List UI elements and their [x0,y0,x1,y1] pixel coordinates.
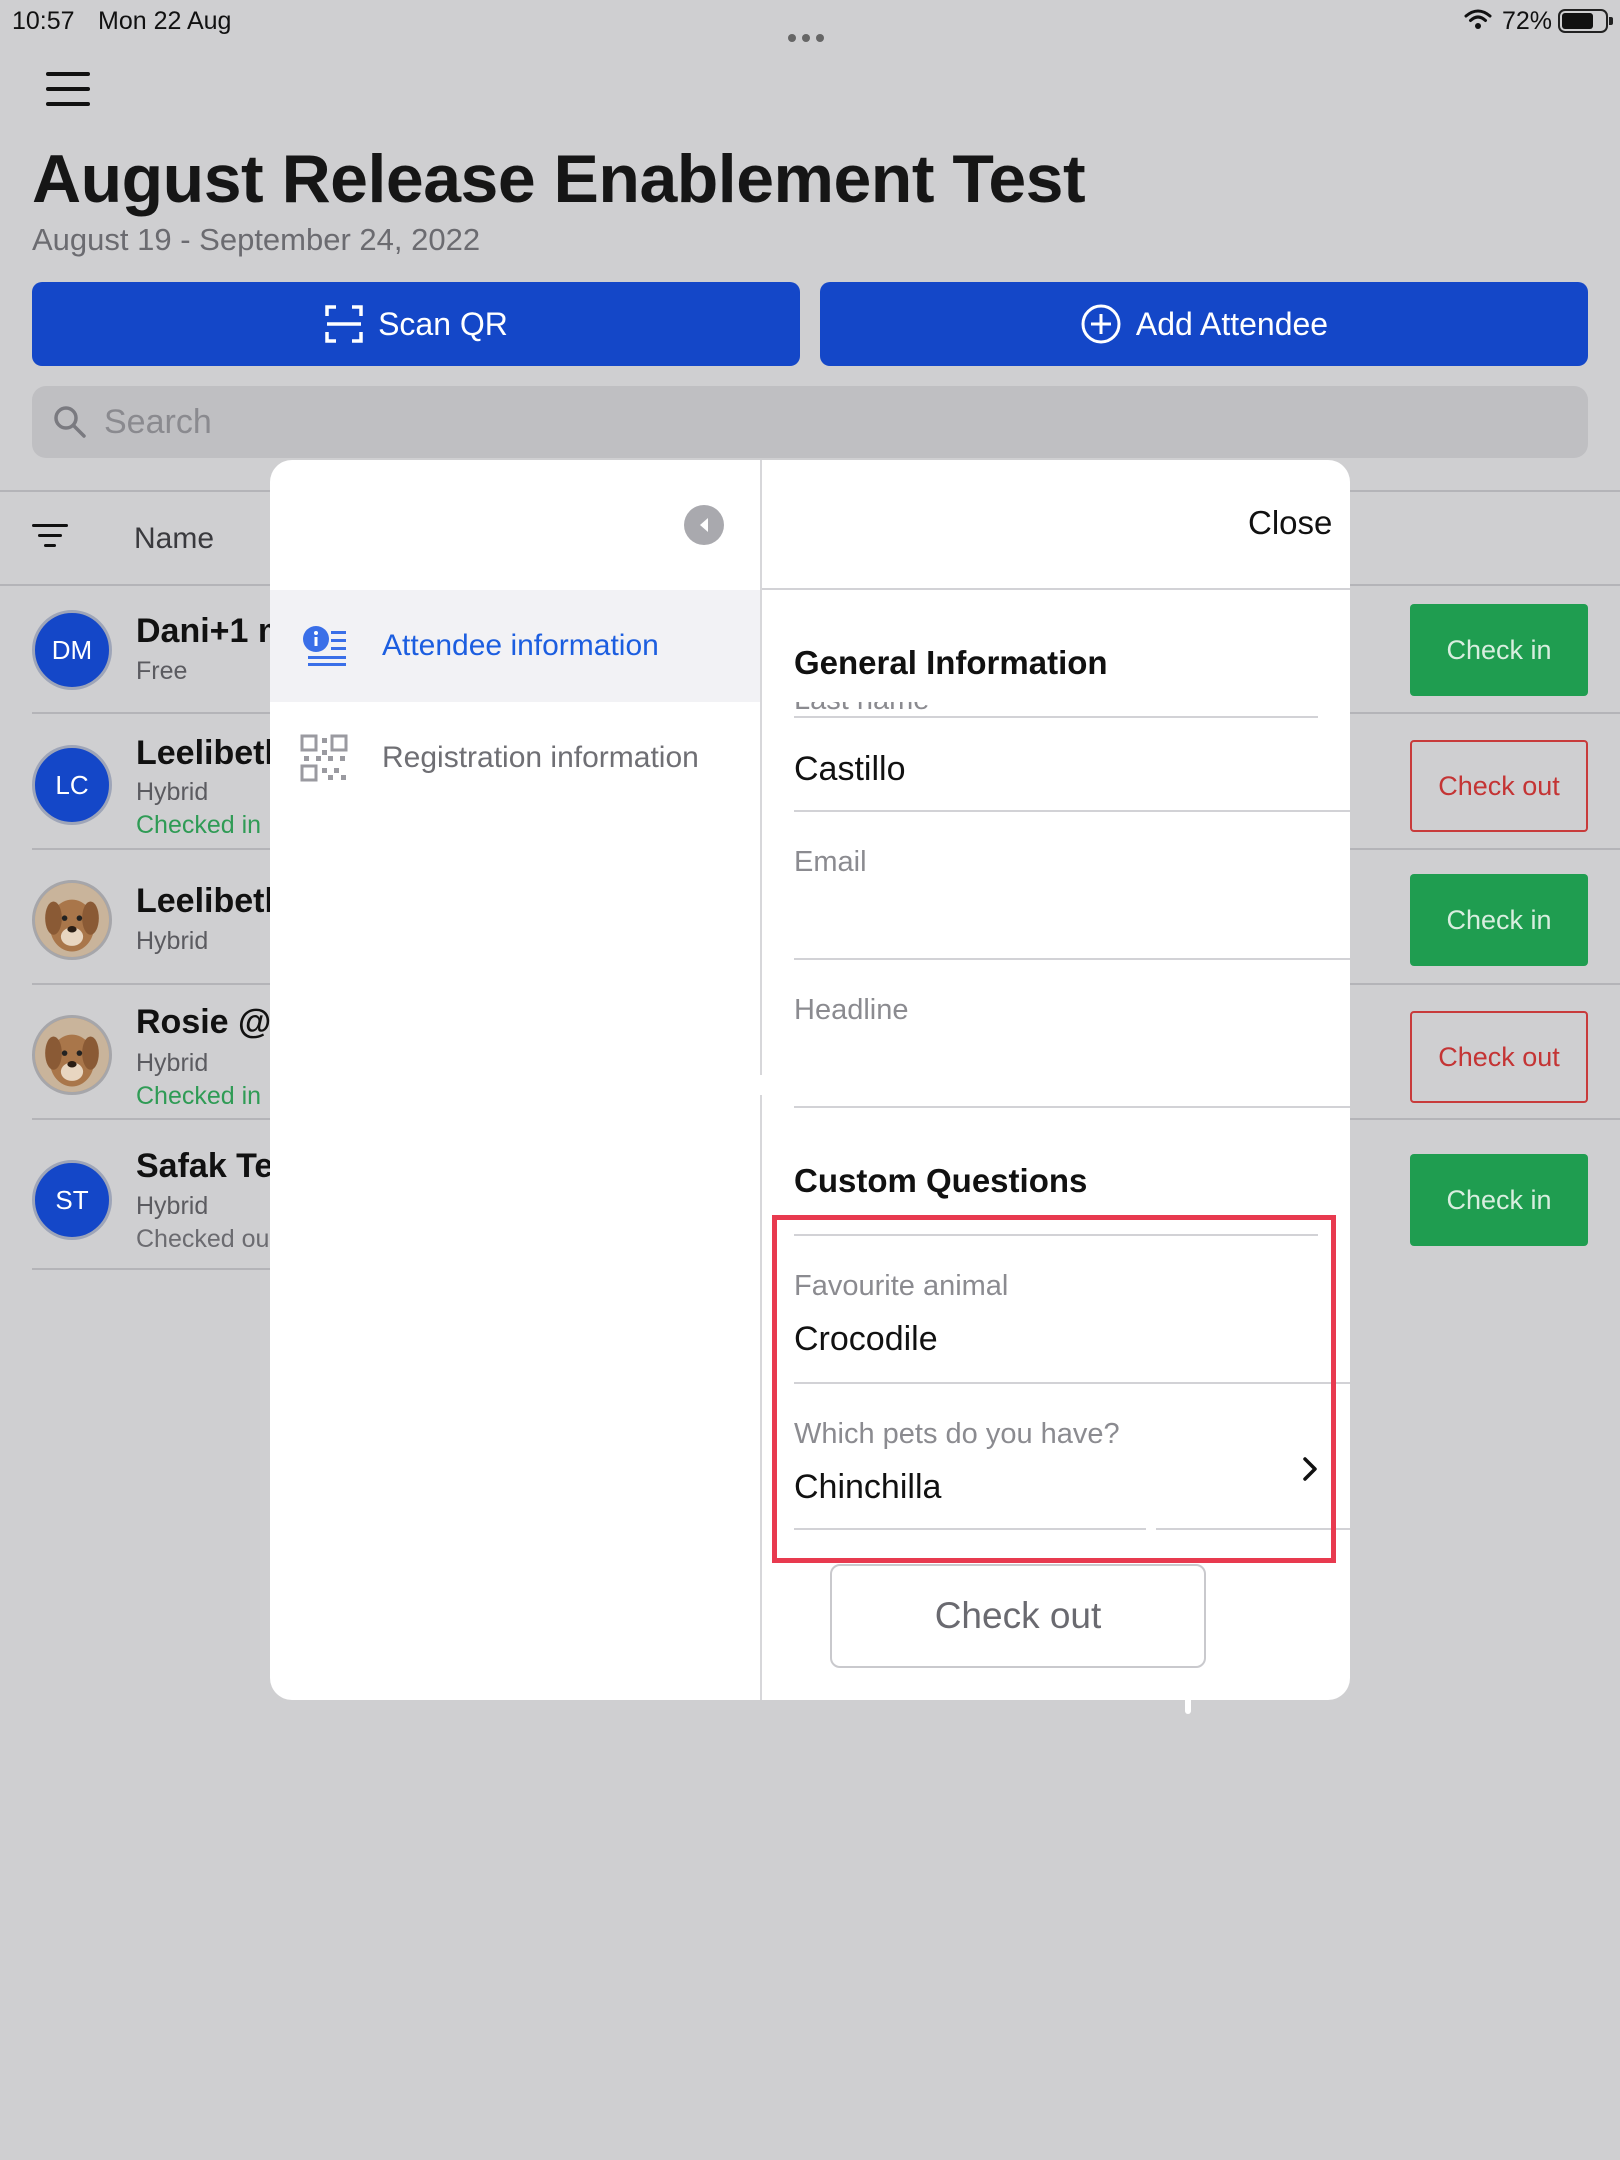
check-in-button[interactable]: Check in [1410,874,1588,966]
page-title: August Release Enablement Test [32,141,1086,217]
divider [794,810,1350,812]
status-bar: 10:57 Mon 22 Aug 72% [0,0,1620,42]
sidebar-item-attendee-info[interactable]: Attendee information [270,590,760,702]
status-date: Mon 22 Aug [98,7,232,35]
field-label-headline: Headline [794,994,909,1026]
sidebar-item-label: Registration information [382,741,699,774]
check-out-button[interactable]: Check out [830,1564,1206,1668]
avatar-dog-photo [32,1015,112,1095]
scan-qr-button[interactable]: Scan QR [32,282,800,366]
ticket-type: Hybrid [136,778,209,806]
chevron-left-icon [700,518,708,532]
menu-icon[interactable] [46,72,90,108]
search-icon [54,406,86,438]
ticket-type: Hybrid [136,927,209,955]
plus-circle-icon [1081,304,1121,344]
search-input[interactable]: Search [32,386,1588,458]
ticket-type: Hybrid [136,1192,209,1220]
attendee-name[interactable]: Dani+1 m [136,612,288,651]
add-attendee-label: Add Attendee [1135,305,1329,342]
field-label-email: Email [794,846,867,878]
divider [762,588,1350,590]
avatar: ST [32,1160,112,1240]
highlight-box [772,1215,1336,1563]
divider [32,1268,272,1270]
event-dates: August 19 - September 24, 2022 [32,222,481,257]
sidebar-item-registration-info[interactable]: Registration information [270,702,760,814]
avatar-dog-photo [32,880,112,960]
section-title-general: General Information [794,644,1108,681]
close-button[interactable]: Close [1248,504,1332,542]
scan-qr-icon [325,305,363,343]
battery-percent: 72% [1502,7,1553,35]
filter-icon[interactable] [32,524,68,552]
check-out-button[interactable]: Check out [1410,740,1588,832]
multitasking-dots-icon[interactable] [788,20,832,42]
avatar: DM [32,610,112,690]
section-title-custom-questions: Custom Questions [794,1162,1088,1199]
divider [794,1106,1350,1108]
search-placeholder: Search [104,402,212,441]
check-in-button[interactable]: Check in [1410,1154,1588,1246]
battery-icon [1558,9,1613,33]
status-text: Checked in [136,1082,262,1110]
sidebar-item-label: Attendee information [382,629,659,662]
wifi-icon [1464,9,1492,29]
status-time: 10:57 [12,7,75,35]
ticket-type: Hybrid [136,1049,209,1077]
attendee-name[interactable]: Rosie @ [136,1003,271,1042]
divider [794,716,1318,718]
attendee-detail-modal: Attendee information Registration inform… [270,460,1350,1700]
modal-grip [1185,1672,1191,1714]
avatar: LC [32,745,112,825]
column-header-name[interactable]: Name [134,522,214,556]
field-label-last-name: Last name [794,702,1094,716]
check-out-button[interactable]: Check out [1410,1011,1588,1103]
check-in-button[interactable]: Check in [1410,604,1588,696]
divider [794,958,1350,960]
status-text: Checked in [136,811,262,839]
scan-qr-label: Scan QR [378,305,508,342]
attendee-name[interactable]: Leelibeth [136,882,285,921]
add-attendee-button[interactable]: Add Attendee [820,282,1588,366]
ticket-type: Free [136,657,188,685]
qr-code-icon [300,734,348,782]
collapse-sidebar-button[interactable] [684,505,724,545]
attendee-name[interactable]: Leelibeth [136,734,285,773]
info-list-icon [303,626,346,666]
attendee-name[interactable]: Safak Te [136,1147,273,1186]
status-text: Checked ou [136,1225,270,1253]
last-name-field[interactable]: Castillo [794,750,905,789]
